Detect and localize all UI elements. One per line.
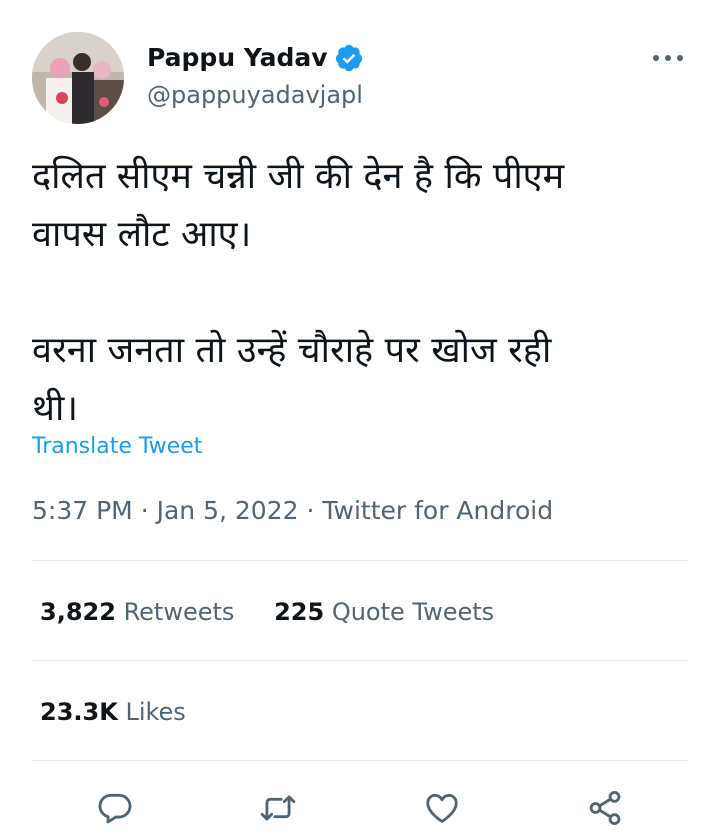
share-icon bbox=[589, 791, 621, 825]
tweet-text: दलित सीएम चन्नी जी की देन है कि पीएम वाप… bbox=[32, 148, 692, 438]
tweet-date[interactable]: Jan 5, 2022 bbox=[157, 496, 299, 525]
like-icon bbox=[426, 793, 458, 823]
engagement-stats: 3,822 Retweets 225 Quote Tweets bbox=[40, 595, 526, 629]
tweet-paragraph: वरना जनता तो उन्हें चौराहे पर खोज रही थी… bbox=[32, 330, 552, 429]
more-icon bbox=[653, 55, 683, 61]
divider bbox=[32, 560, 688, 561]
author-display-name[interactable]: Pappu Yadav bbox=[147, 42, 328, 74]
avatar[interactable] bbox=[32, 32, 124, 124]
retweets-stat[interactable]: 3,822 Retweets bbox=[40, 595, 234, 629]
likes-stat[interactable]: 23.3K Likes bbox=[40, 695, 186, 729]
action-bar bbox=[0, 780, 720, 836]
translate-tweet-link[interactable]: Translate Tweet bbox=[32, 431, 202, 463]
retweet-icon bbox=[260, 795, 296, 821]
author-handle[interactable]: @pappuyadavjapl bbox=[147, 80, 364, 110]
divider bbox=[32, 760, 688, 761]
tweet-meta: 5:37 PM · Jan 5, 2022 · Twitter for Andr… bbox=[32, 492, 553, 530]
meta-separator: · bbox=[140, 496, 149, 525]
quote-tweets-stat[interactable]: 225 Quote Tweets bbox=[274, 595, 494, 629]
like-button[interactable] bbox=[414, 780, 470, 836]
tweet-paragraph: दलित सीएम चन्नी जी की देन है कि पीएम वाप… bbox=[32, 156, 565, 255]
author-name-row[interactable]: Pappu Yadav bbox=[147, 42, 364, 74]
avatar-photo bbox=[32, 32, 124, 124]
retweet-button[interactable] bbox=[250, 780, 306, 836]
likes-count: 23.3K bbox=[40, 698, 118, 726]
more-options-button[interactable] bbox=[648, 46, 688, 70]
tweet-source[interactable]: Twitter for Android bbox=[322, 496, 553, 525]
tweet-header: Pappu Yadav @pappuyadavjapl bbox=[32, 32, 688, 124]
retweets-label: Retweets bbox=[123, 598, 235, 626]
reply-icon bbox=[98, 793, 132, 824]
quote-tweets-count: 225 bbox=[274, 598, 325, 626]
divider bbox=[32, 660, 688, 661]
likes-stats: 23.3K Likes bbox=[40, 695, 218, 729]
quote-tweets-label: Quote Tweets bbox=[331, 598, 495, 626]
tweet-time[interactable]: 5:37 PM bbox=[32, 496, 133, 525]
verified-badge-icon bbox=[335, 44, 362, 72]
reply-button[interactable] bbox=[87, 780, 143, 836]
retweets-count: 3,822 bbox=[40, 598, 116, 626]
meta-separator: · bbox=[306, 496, 315, 525]
share-button[interactable] bbox=[577, 780, 633, 836]
likes-label: Likes bbox=[125, 698, 186, 726]
